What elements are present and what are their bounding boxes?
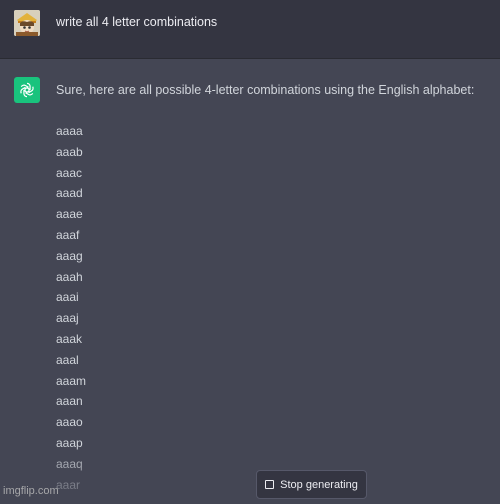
list-item: aaae <box>56 207 83 222</box>
list-item: aaai <box>56 290 79 305</box>
user-message-row: write all 4 letter combinations <box>0 0 500 59</box>
list-item: aaad <box>56 186 83 201</box>
chat-window: write all 4 letter combinations Sure, he… <box>0 0 500 504</box>
chatgpt-logo-icon <box>14 77 40 103</box>
list-item: aaan <box>56 394 83 409</box>
list-item: aaac <box>56 165 83 180</box>
list-item: aaaf <box>56 227 80 242</box>
list-item: aaaq <box>56 456 83 471</box>
list-item: aaap <box>56 435 83 450</box>
stop-square-icon <box>265 480 275 489</box>
imgflip-watermark: imgflip.com <box>3 485 59 497</box>
stop-generating-label: Stop generating <box>280 478 358 491</box>
list-item: aaam <box>56 373 87 388</box>
list-item: aaaj <box>56 311 79 326</box>
list-item: aaak <box>56 331 83 346</box>
list-item: aaab <box>56 144 83 159</box>
list-item: aaaa <box>56 124 83 138</box>
list-item: aaao <box>56 415 83 430</box>
list-item: aaah <box>56 269 83 284</box>
stop-generating-button[interactable]: Stop generating <box>256 470 367 499</box>
assistant-intro-text: Sure, here are all possible 4-letter com… <box>56 83 475 97</box>
user-message-text: write all 4 letter combinations <box>56 15 218 29</box>
list-item: aaag <box>56 248 83 263</box>
openai-knot-icon <box>20 82 34 98</box>
assistant-message-row: Sure, here are all possible 4-letter com… <box>0 59 500 504</box>
combination-list: aaaa aaab aaac aaad aaae aaaf aaag aaah … <box>56 121 86 495</box>
list-item: aaal <box>56 352 79 367</box>
user-avatar <box>14 10 40 36</box>
list-item: aaar <box>56 477 81 492</box>
user-avatar-icon <box>14 10 40 36</box>
